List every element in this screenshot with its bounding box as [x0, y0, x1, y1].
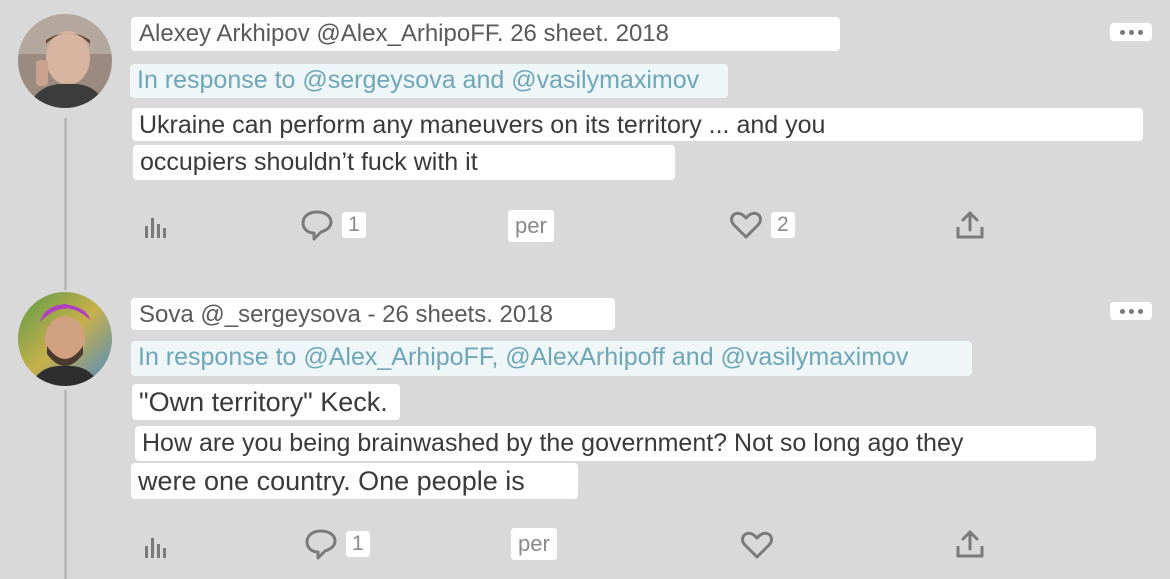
retweet-button[interactable]: per [511, 528, 557, 560]
like-button[interactable] [740, 530, 774, 560]
comment-bubble-icon [301, 210, 333, 241]
thread-connector [64, 118, 67, 290]
share-upload-icon [956, 211, 984, 239]
avatar[interactable] [18, 292, 112, 386]
share-button[interactable] [955, 528, 985, 560]
retweet-button[interactable]: per [508, 210, 554, 242]
thread-connector [64, 390, 67, 579]
tweet-author-meta[interactable]: Alexey Arkhipov @Alex_ArhipoFF. 26 sheet… [131, 17, 840, 51]
reply-button[interactable]: 1 [300, 209, 366, 241]
comment-bubble-icon [305, 529, 337, 560]
tweet-text-line: "Own territory" Keck. [132, 384, 400, 420]
tweet-text-line: Ukraine can perform any maneuvers on its… [132, 108, 1143, 141]
like-count: 2 [771, 212, 795, 238]
tweet-author-meta[interactable]: Sova @_sergeysova - 26 sheets. 2018 [131, 298, 615, 330]
more-options-button[interactable] [1110, 302, 1152, 320]
more-dots-icon [1119, 29, 1125, 35]
avatar[interactable] [18, 14, 112, 108]
analytics-button[interactable] [143, 532, 171, 560]
bar-chart-icon [145, 538, 166, 558]
tweet-text-line: were one country. One people is [131, 463, 578, 499]
bar-chart-icon [145, 218, 166, 238]
in-response-to[interactable]: In response to @Alex_ArhipoFF, @AlexArhi… [131, 341, 972, 376]
reply-count: 1 [342, 212, 366, 238]
reply-button[interactable]: 1 [304, 528, 370, 560]
share-upload-icon [956, 530, 984, 558]
tweet-text-line: occupiers shouldn’t fuck with it [133, 145, 675, 180]
like-button[interactable]: 2 [729, 210, 795, 240]
analytics-button[interactable] [143, 212, 171, 240]
more-options-button[interactable] [1110, 23, 1152, 41]
share-button[interactable] [955, 209, 985, 241]
heart-icon [741, 531, 773, 559]
in-response-to[interactable]: In response to @sergeysova and @vasilyma… [130, 64, 728, 98]
heart-icon [730, 211, 762, 239]
reply-count: 1 [346, 531, 370, 557]
tweet-text-line: How are you being brainwashed by the gov… [135, 426, 1096, 461]
more-dots-icon [1119, 308, 1125, 314]
